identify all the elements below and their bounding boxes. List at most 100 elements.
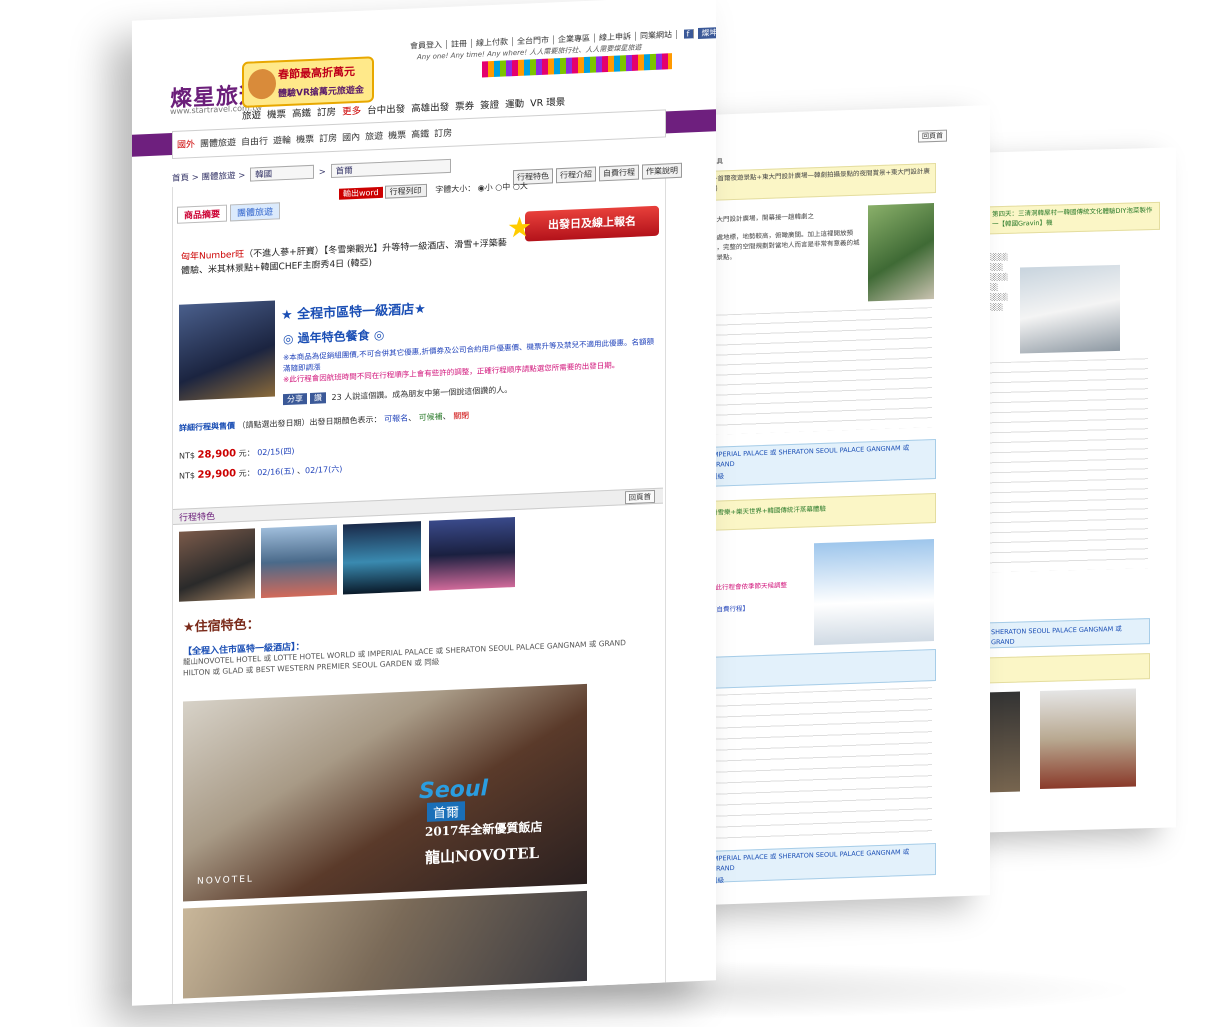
facebook-icon[interactable]: f xyxy=(683,29,695,39)
departure-date[interactable]: 02/15(四) xyxy=(257,447,294,458)
subnav-item[interactable]: 旅遊 xyxy=(365,132,383,143)
pink-note: ※此行程會依季節天候調整 xyxy=(710,581,787,592)
btn-instructions[interactable]: 作業說明 xyxy=(642,162,682,180)
utility-pay[interactable]: 線上付款 xyxy=(476,37,513,48)
detail-hint: （請點選出發日期）出發日期顏色表示： xyxy=(237,414,382,431)
nav-item[interactable]: 運動 xyxy=(505,99,524,111)
size-large-label: 大 xyxy=(519,181,528,191)
radio-large[interactable]: ○ xyxy=(513,182,520,191)
nav-item[interactable]: 機票 xyxy=(267,109,286,121)
crumb-group[interactable]: 團體旅遊 xyxy=(202,171,236,182)
promo-city: 首爾 xyxy=(427,801,466,822)
btn-intro[interactable]: 行程介紹 xyxy=(556,166,596,184)
hotel-line: SHERATON SEOUL PALACE GANGNAM 或 GRAND xyxy=(991,624,1122,647)
stay-title: ★住宿特色： xyxy=(183,617,260,636)
subnav-item[interactable]: 自由行 xyxy=(241,137,268,148)
utility-register[interactable]: 註冊 xyxy=(451,38,472,49)
utility-corporate[interactable]: 企業專區 xyxy=(558,33,595,45)
subnav-item[interactable]: 機票 xyxy=(296,135,314,146)
star-icon: ★ xyxy=(507,210,533,245)
facebook-label[interactable]: 燦坤快3 xyxy=(698,26,716,40)
detail-label[interactable]: 詳細行程與售價 xyxy=(179,421,235,432)
nav-item[interactable]: 旅遊 xyxy=(242,110,261,122)
content-area: 行程特色 行程介紹 自費行程 作業說明 輸出word 行程列印 字體大小： ◉小 ○中 … xyxy=(172,162,682,1006)
back-to-top-button[interactable]: 回頁首 xyxy=(624,489,655,505)
body-text-lines-2 xyxy=(710,687,932,845)
subnav-item[interactable]: 遊輪 xyxy=(273,136,291,147)
nav-item[interactable]: 簽證 xyxy=(480,100,499,112)
status-wait: 可候補 xyxy=(418,412,443,423)
hotel-subtitle: ◎ 過年特色餐食 ◎ xyxy=(283,327,385,347)
utility-complaint[interactable]: 線上申訴 xyxy=(599,31,636,43)
nav-item[interactable]: VR 環景 xyxy=(530,97,565,110)
utility-agent[interactable]: 同業網站 xyxy=(640,29,677,41)
back-to-top-button[interactable]: 回頁首 xyxy=(918,129,947,143)
promo-line-2: 龍山NOVOTEL xyxy=(425,843,540,867)
price-row: NT$ 29,900 元： 02/16(五) 、02/17(六) xyxy=(179,464,343,481)
promo-banner[interactable]: 春節最高折萬元 體驗VR搶萬元旅遊金 xyxy=(242,56,374,108)
nav-item-more[interactable]: 更多 xyxy=(342,106,361,118)
utility-stores[interactable]: 全台門市 xyxy=(517,35,554,46)
subnav-active[interactable]: 國外 xyxy=(177,140,195,151)
crumb-sep: > xyxy=(238,170,246,182)
departure-date[interactable]: 02/16(五) xyxy=(257,467,294,478)
feature-photo-4 xyxy=(429,517,515,591)
crumb-home[interactable]: 首頁 xyxy=(172,173,189,184)
body-text-lines xyxy=(988,358,1148,573)
product-summary: 匈年Number旺（不進人蔘+肝寶）【冬雪樂觀光】升等特一級酒店、滑雪+浮築藝體… xyxy=(181,236,511,278)
price-unit: 元： xyxy=(238,468,255,479)
tab-group[interactable]: 團體旅遊 xyxy=(230,202,281,222)
print-button[interactable]: 行程列印 xyxy=(384,183,427,199)
btn-optional[interactable]: 自費行程 xyxy=(599,164,639,182)
status-closed: 關閉 xyxy=(453,411,470,421)
crumb-sep: > xyxy=(191,172,199,184)
station-photo xyxy=(1040,688,1136,789)
nav-item[interactable]: 台中出發 xyxy=(367,104,405,117)
subnav-item[interactable]: 機票 xyxy=(388,131,406,142)
promo-seoul: Seoul xyxy=(419,776,489,805)
hotel-box-2 xyxy=(708,648,936,689)
ski-photo xyxy=(814,539,934,646)
feature-photo-2 xyxy=(261,524,337,599)
subnav-item[interactable]: 訂房 xyxy=(434,129,452,140)
share-button[interactable]: 分享 xyxy=(283,393,307,406)
page-preview-2: 工具 回頁首 一首爾夜遊景點+東大門設計廣場—韓劇拍攝景點的夜間賞景+東大門設計… xyxy=(708,105,990,905)
price-amount: 29,900 xyxy=(197,468,237,481)
nav-item[interactable]: 高鐵 xyxy=(292,108,311,120)
subnav-item[interactable]: 團體旅遊 xyxy=(200,138,236,150)
top-row: 工具 回頁首 xyxy=(708,127,990,166)
price-row: NT$ 28,900 元： 02/15(四) xyxy=(179,446,295,462)
dog-mascot-icon xyxy=(248,68,276,100)
nav-item[interactable]: 票券 xyxy=(455,101,474,113)
departure-date[interactable]: 02/17(六) xyxy=(305,465,342,476)
country-select[interactable]: 韓國 xyxy=(250,164,315,182)
nav-item[interactable]: 訂房 xyxy=(317,107,336,119)
utility-login[interactable]: 會員登入 xyxy=(410,39,447,51)
share-bar: 分享讚 23 人說這個讚。成為朋友中第一個說這個讚的人。 xyxy=(283,384,512,406)
subnav-item[interactable]: 高鐵 xyxy=(411,130,429,141)
size-medium-label: 中 xyxy=(502,182,511,192)
like-count: 23 xyxy=(331,392,342,403)
snow-photo xyxy=(1020,264,1120,354)
banner-line-1: 春節最高折萬元 xyxy=(278,65,355,82)
export-word-button[interactable]: 輸出word xyxy=(339,186,383,200)
day-heading: 第四天：三清洞韓屋村一韓國傳統文化體驗DIY泡菜製作一【韓國Gravin】機 xyxy=(992,206,1153,229)
park-photo xyxy=(868,203,934,302)
like-button[interactable]: 讚 xyxy=(310,392,326,404)
detail-row: 詳細行程與售價 （請點選出發日期）出發日期顏色表示： 可報名、 可候補、 關閉 xyxy=(179,411,470,433)
day-box: 滑雪樂+樂天世界+韓國傳統汗蒸幕體驗 xyxy=(708,492,936,531)
signup-button[interactable]: 出發日及線上報名 xyxy=(525,205,659,242)
radio-small[interactable]: ◉ xyxy=(478,183,485,192)
hotel-photo xyxy=(179,300,275,401)
price-prefix: NT$ xyxy=(179,450,195,461)
hotel-promo-image: Seoul 首爾 2017年全新優質飯店 龍山NOVOTEL NOVOTEL xyxy=(183,683,587,902)
feature-photo-3 xyxy=(343,521,421,595)
intro-box: 一首爾夜遊景點+東大門設計廣場—韓劇拍攝景點的夜間賞景+東大門設計廣場 xyxy=(708,162,936,201)
subnav-item[interactable]: 訂房 xyxy=(319,134,337,145)
banner-line-2: 體驗VR搶萬元旅遊金 xyxy=(278,85,364,100)
intro-text: 一首爾夜遊景點+東大門設計廣場—韓劇拍攝景點的夜間賞景+東大門設計廣場 xyxy=(711,167,930,193)
size-small-label: 小 xyxy=(484,182,493,193)
subnav-item[interactable]: 國內 xyxy=(342,133,360,144)
nav-item[interactable]: 高雄出發 xyxy=(411,102,449,115)
tab-summary[interactable]: 商品摘要 xyxy=(177,204,228,224)
